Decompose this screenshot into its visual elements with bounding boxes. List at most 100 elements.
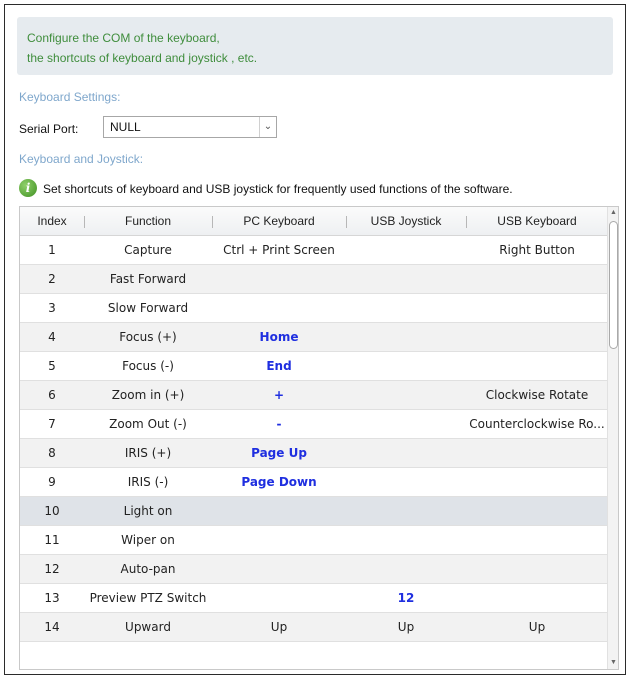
- scrollbar-thumb[interactable]: [609, 221, 618, 349]
- pc-keyboard-cell[interactable]: [212, 584, 346, 612]
- keyboard-settings-title: Keyboard Settings:: [19, 90, 121, 104]
- info-text: Set shortcuts of keyboard and USB joysti…: [43, 182, 513, 196]
- scroll-down-icon[interactable]: ▼: [608, 657, 618, 669]
- header-usb-joystick[interactable]: USB Joystick: [346, 207, 466, 236]
- serial-port-value: NULL: [110, 120, 141, 134]
- table-header: Index Function PC Keyboard USB Joystick …: [20, 207, 608, 236]
- usb-keyboard-cell[interactable]: Clockwise Rotate: [466, 381, 608, 409]
- keyboard-joystick-title: Keyboard and Joystick:: [19, 152, 144, 166]
- pc-keyboard-cell[interactable]: Ctrl + Print Screen: [212, 236, 346, 264]
- table-row[interactable]: 4 Focus (+) Home: [20, 323, 608, 352]
- intro-box: Configure the COM of the keyboard, the s…: [17, 17, 613, 75]
- usb-keyboard-cell[interactable]: Right Button: [466, 236, 608, 264]
- pc-keyboard-cell[interactable]: [212, 497, 346, 525]
- serial-port-label: Serial Port:: [19, 122, 79, 136]
- usb-joystick-cell[interactable]: [346, 236, 466, 264]
- usb-joystick-cell[interactable]: [346, 323, 466, 351]
- function-cell: Zoom in (+): [111, 388, 185, 402]
- vertical-scrollbar[interactable]: ▲ ▼: [607, 207, 618, 669]
- usb-keyboard-cell[interactable]: [466, 555, 608, 583]
- table-row[interactable]: 13 Preview PTZ Switch 12: [20, 584, 608, 613]
- usb-joystick-cell[interactable]: [346, 381, 466, 409]
- function-cell: Capture: [124, 243, 172, 257]
- pc-keyboard-cell[interactable]: Up: [212, 613, 346, 641]
- usb-joystick-cell[interactable]: Up: [346, 613, 466, 641]
- index-cell: 4: [48, 330, 56, 344]
- table-row[interactable]: 12 Auto-pan: [20, 555, 608, 584]
- serial-port-select[interactable]: NULL ⌄: [103, 116, 277, 138]
- pc-keyboard-cell[interactable]: -: [212, 410, 346, 438]
- usb-keyboard-cell[interactable]: [466, 294, 608, 322]
- usb-joystick-cell[interactable]: [346, 294, 466, 322]
- table-row[interactable]: 5 Focus (-) End: [20, 352, 608, 381]
- usb-keyboard-cell[interactable]: [466, 497, 608, 525]
- table-row[interactable]: 14 Upward Up Up Up: [20, 613, 608, 642]
- index-cell: 9: [48, 475, 56, 489]
- usb-joystick-cell[interactable]: 12: [346, 584, 466, 612]
- table-row[interactable]: 7 Zoom Out (-) - Counterclockwise Ro...: [20, 410, 608, 439]
- index-cell: 13: [44, 591, 60, 605]
- pc-keyboard-cell[interactable]: [212, 294, 346, 322]
- index-cell: 1: [48, 243, 56, 257]
- pc-keyboard-cell[interactable]: End: [212, 352, 346, 380]
- usb-joystick-cell[interactable]: [346, 439, 466, 467]
- table-row[interactable]: 2 Fast Forward: [20, 265, 608, 294]
- usb-keyboard-cell[interactable]: Up: [466, 613, 608, 641]
- usb-keyboard-cell[interactable]: [466, 265, 608, 293]
- usb-joystick-cell[interactable]: [346, 468, 466, 496]
- header-function[interactable]: Function: [84, 207, 212, 236]
- chevron-down-icon[interactable]: ⌄: [259, 117, 276, 137]
- pc-keyboard-cell[interactable]: Home: [212, 323, 346, 351]
- function-cell: Preview PTZ Switch: [89, 591, 207, 605]
- table-row[interactable]: 6 Zoom in (+) + Clockwise Rotate: [20, 381, 608, 410]
- usb-joystick-cell[interactable]: [346, 410, 466, 438]
- usb-joystick-cell[interactable]: [346, 526, 466, 554]
- header-index[interactable]: Index: [20, 207, 84, 236]
- usb-keyboard-cell[interactable]: [466, 439, 608, 467]
- table-row[interactable]: 3 Slow Forward: [20, 294, 608, 323]
- usb-joystick-cell[interactable]: [346, 497, 466, 525]
- pc-keyboard-cell[interactable]: +: [212, 381, 346, 409]
- table-body: 1 Capture Ctrl + Print Screen Right Button 2…: [20, 236, 608, 642]
- usb-keyboard-cell[interactable]: [466, 584, 608, 612]
- pc-keyboard-cell[interactable]: [212, 265, 346, 293]
- intro-line-1: Configure the COM of the keyboard,: [27, 31, 220, 45]
- info-icon: i: [19, 179, 37, 197]
- index-cell: 3: [48, 301, 56, 315]
- index-cell: 12: [44, 562, 60, 576]
- pc-keyboard-cell[interactable]: [212, 555, 346, 583]
- intro-line-2: the shortcuts of keyboard and joystick ,…: [27, 51, 258, 65]
- table-row[interactable]: 8 IRIS (+) Page Up: [20, 439, 608, 468]
- usb-joystick-cell[interactable]: [346, 555, 466, 583]
- usb-keyboard-cell[interactable]: [466, 323, 608, 351]
- index-cell: 2: [48, 272, 56, 286]
- pc-keyboard-cell[interactable]: Page Down: [212, 468, 346, 496]
- function-cell: Focus (-): [122, 359, 174, 373]
- index-cell: 7: [48, 417, 56, 431]
- table-row[interactable]: 1 Capture Ctrl + Print Screen Right Button: [20, 236, 608, 265]
- index-cell: 10: [44, 504, 60, 518]
- usb-joystick-cell[interactable]: [346, 352, 466, 380]
- function-cell: IRIS (+): [124, 446, 172, 460]
- pc-keyboard-cell[interactable]: [212, 526, 346, 554]
- table-row[interactable]: 11 Wiper on: [20, 526, 608, 555]
- index-cell: 11: [44, 533, 60, 547]
- usb-keyboard-cell[interactable]: [466, 526, 608, 554]
- table-row[interactable]: 9 IRIS (-) Page Down: [20, 468, 608, 497]
- index-cell: 14: [44, 620, 60, 634]
- usb-keyboard-cell[interactable]: [466, 352, 608, 380]
- header-usb-keyboard[interactable]: USB Keyboard: [466, 207, 608, 236]
- function-cell: Auto-pan: [120, 562, 176, 576]
- shortcut-table: Index Function PC Keyboard USB Joystick …: [19, 206, 619, 670]
- usb-keyboard-cell[interactable]: Counterclockwise Ro...: [466, 410, 608, 438]
- usb-keyboard-cell[interactable]: [466, 468, 608, 496]
- header-pc-keyboard[interactable]: PC Keyboard: [212, 207, 346, 236]
- table-row[interactable]: 10 Light on: [20, 497, 608, 526]
- function-cell: IRIS (-): [127, 475, 169, 489]
- function-cell: Zoom Out (-): [109, 417, 187, 431]
- pc-keyboard-cell[interactable]: Page Up: [212, 439, 346, 467]
- index-cell: 8: [48, 446, 56, 460]
- function-cell: Upward: [125, 620, 171, 634]
- usb-joystick-cell[interactable]: [346, 265, 466, 293]
- scroll-up-icon[interactable]: ▲: [608, 207, 618, 219]
